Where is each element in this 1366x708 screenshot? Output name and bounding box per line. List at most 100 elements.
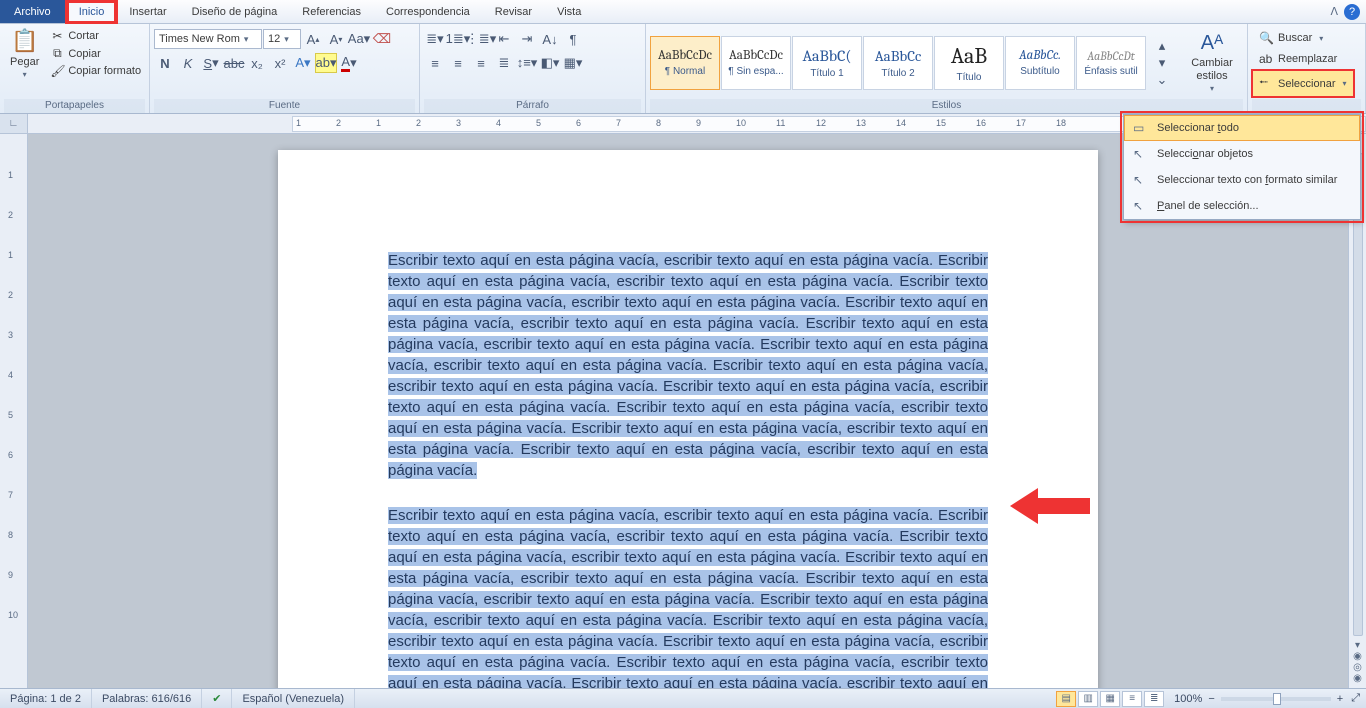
scroll-down-icon[interactable]: ▾ (1355, 640, 1360, 651)
group-label-clipboard: Portapapeles (4, 99, 145, 113)
status-language[interactable]: Español (Venezuela) (232, 689, 355, 708)
cut-button[interactable]: ✂Cortar (47, 28, 144, 44)
style-scroll-down[interactable]: ▾ (1151, 54, 1173, 71)
style--sin-espa-[interactable]: AaBbCcDc¶ Sin espa... (721, 36, 791, 90)
bold-button[interactable]: N (154, 53, 176, 73)
group-font: Times New Rom▾ 12▾ A▴ A▾ Aa▾ ⌫ N K S▾ ab… (150, 24, 420, 113)
replace-button[interactable]: abReemplazar (1252, 49, 1354, 69)
format-painter-button[interactable]: 🖌Copiar formato (47, 63, 144, 79)
ruler-corner[interactable]: ∟ (0, 114, 28, 133)
view-draft[interactable]: ≣ (1144, 691, 1164, 707)
italic-button[interactable]: K (177, 53, 199, 73)
menu-item-icon: ↖ (1133, 147, 1149, 161)
underline-button[interactable]: S▾ (200, 53, 222, 73)
change-styles-button[interactable]: Aᴬ Cambiar estilos ▾ (1181, 30, 1243, 94)
sort-button[interactable]: A↓ (539, 29, 561, 49)
strike-button[interactable]: abc (223, 53, 245, 73)
style-t-tulo-2[interactable]: AaBbCcTítulo 2 (863, 36, 933, 90)
tab-referencias[interactable]: Referencias (290, 0, 374, 23)
style--nfasis-sutil[interactable]: AaBbCcDtÉnfasis sutil (1076, 36, 1146, 90)
tab-inicio[interactable]: Inicio (66, 0, 118, 23)
scroll-thumb[interactable] (1353, 153, 1363, 636)
group-label-styles: Estilos (650, 99, 1243, 113)
tab-diseno[interactable]: Diseño de página (180, 0, 291, 23)
tab-revisar[interactable]: Revisar (483, 0, 545, 23)
shading-button[interactable]: ◧▾ (539, 53, 561, 73)
callout-arrow (1010, 484, 1090, 528)
style-more[interactable]: ⌄ (1151, 71, 1173, 88)
status-proof[interactable]: ✔ (202, 689, 232, 708)
shrink-font-button[interactable]: A▾ (325, 29, 347, 49)
paste-button[interactable]: 📋 Pegar ▾ (4, 26, 45, 81)
browse-object-icon[interactable]: ◎ (1353, 662, 1362, 673)
tab-correspondencia[interactable]: Correspondencia (374, 0, 483, 23)
font-name-select[interactable]: Times New Rom▾ (154, 29, 262, 49)
highlight-button[interactable]: ab▾ (315, 53, 337, 73)
document-page[interactable]: Escribir texto aquí en esta página vacía… (278, 150, 1098, 688)
zoom-in-button[interactable]: + (1337, 693, 1343, 705)
menu-item-icon: ↖ (1133, 173, 1149, 187)
justify-button[interactable]: ≣ (493, 53, 515, 73)
align-right-button[interactable]: ≡ (470, 53, 492, 73)
view-full-reading[interactable]: ▥ (1078, 691, 1098, 707)
zoom-thumb[interactable] (1273, 693, 1281, 705)
minimize-ribbon-icon[interactable]: ᐱ (1330, 5, 1338, 18)
clear-format-button[interactable]: ⌫ (371, 29, 393, 49)
proof-icon: ✔ (212, 692, 221, 705)
menu-item-icon: ▭ (1133, 121, 1149, 135)
multilevel-button[interactable]: ⋮≣▾ (470, 29, 492, 49)
view-web[interactable]: ▦ (1100, 691, 1120, 707)
show-marks-button[interactable]: ¶ (562, 29, 584, 49)
align-left-button[interactable]: ≡ (424, 53, 446, 73)
zoom-fit-button[interactable]: ⤢ (1351, 692, 1360, 705)
zoom-out-button[interactable]: − (1208, 693, 1214, 705)
font-size-select[interactable]: 12▾ (263, 29, 301, 49)
superscript-button[interactable]: x² (269, 53, 291, 73)
style-scroll-up[interactable]: ▴ (1151, 37, 1173, 54)
copy-button[interactable]: ⧉Copiar (47, 45, 144, 62)
select-button[interactable]: ⭪Seleccionar▾ (1252, 70, 1354, 97)
help-icon[interactable]: ? (1344, 4, 1360, 20)
zoom-value[interactable]: 100% (1174, 693, 1202, 705)
group-paragraph: ≣▾ 1≣▾ ⋮≣▾ ⇤ ⇥ A↓ ¶ ≡ ≡ ≡ ≣ ↕≡▾ ◧▾ ▦▾ Pá… (420, 24, 646, 113)
zoom-slider[interactable] (1221, 697, 1331, 701)
replace-icon: ab (1259, 52, 1273, 66)
select-menu-seleccionar-texto-con-formato-similar[interactable]: ↖Seleccionar texto con formato similar (1124, 167, 1360, 193)
find-button[interactable]: 🔍Buscar▾ (1252, 28, 1354, 48)
prev-page-icon[interactable]: ◉ (1353, 651, 1362, 662)
increase-indent-button[interactable]: ⇥ (516, 29, 538, 49)
view-print-layout[interactable]: ▤ (1056, 691, 1076, 707)
change-case-button[interactable]: Aa▾ (348, 29, 370, 49)
line-spacing-button[interactable]: ↕≡▾ (516, 53, 538, 73)
tab-vista[interactable]: Vista (545, 0, 594, 23)
subscript-button[interactable]: x₂ (246, 53, 268, 73)
align-center-button[interactable]: ≡ (447, 53, 469, 73)
select-menu-seleccionar-todo[interactable]: ▭Seleccionar todo (1124, 115, 1360, 141)
style-t-tulo[interactable]: AaBTítulo (934, 36, 1004, 90)
status-page[interactable]: Página: 1 de 2 (0, 689, 92, 708)
bullets-button[interactable]: ≣▾ (424, 29, 446, 49)
vertical-ruler[interactable]: 121 234 567 8910 (0, 134, 28, 688)
select-menu-seleccionar-objetos[interactable]: ↖Seleccionar objetos (1124, 141, 1360, 167)
borders-button[interactable]: ▦▾ (562, 53, 584, 73)
change-styles-icon: Aᴬ (1201, 32, 1223, 55)
font-color-button[interactable]: A▾ (338, 53, 360, 73)
brush-icon: 🖌 (50, 64, 64, 78)
decrease-indent-button[interactable]: ⇤ (493, 29, 515, 49)
text-effects-button[interactable]: A▾ (292, 53, 314, 73)
select-menu-panel-de-selecci-n-[interactable]: ↖Panel de selección... (1124, 193, 1360, 219)
paragraph-2[interactable]: Escribir texto aquí en esta página vacía… (388, 505, 988, 688)
tab-insertar[interactable]: Insertar (117, 0, 179, 23)
group-label-font: Fuente (154, 99, 415, 113)
style--normal[interactable]: AaBbCcDc¶ Normal (650, 36, 720, 90)
grow-font-button[interactable]: A▴ (302, 29, 324, 49)
status-words[interactable]: Palabras: 616/616 (92, 689, 202, 708)
next-page-icon[interactable]: ◉ (1353, 673, 1362, 684)
style-subt-tulo[interactable]: AaBbCc.Subtítulo (1005, 36, 1075, 90)
paragraph-1[interactable]: Escribir texto aquí en esta página vacía… (388, 250, 988, 481)
tab-file[interactable]: Archivo (0, 0, 66, 23)
view-outline[interactable]: ≡ (1122, 691, 1142, 707)
style-t-tulo-1[interactable]: AaBbC(Título 1 (792, 36, 862, 90)
selected-text: Escribir texto aquí en esta página vacía… (388, 252, 988, 479)
menu-item-icon: ↖ (1133, 199, 1149, 213)
